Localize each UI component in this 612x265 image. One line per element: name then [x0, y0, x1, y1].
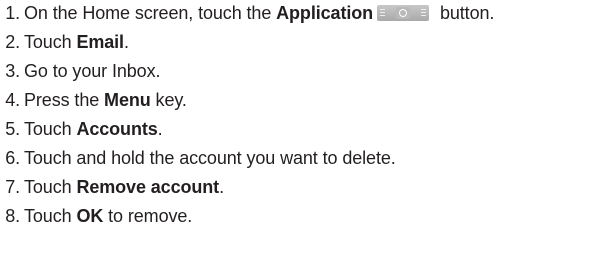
step-text: .: [157, 119, 163, 139]
step-bold-term: Accounts: [76, 119, 158, 139]
step-text: key.: [150, 90, 187, 110]
step-number: 5.: [5, 119, 20, 139]
step-item: 6. Touch and hold the account you want to…: [0, 144, 612, 173]
step-text: Touch: [24, 206, 77, 226]
step-item: 5. Touch Accounts.: [0, 115, 612, 144]
step-item: 8. Touch OK to remove.: [0, 202, 612, 231]
instruction-steps-list: 1. On the Home screen, touch the Applicat…: [0, 0, 612, 231]
step-text: Touch and hold the account you want to d…: [24, 148, 396, 168]
step-number: 6.: [5, 148, 20, 168]
step-item: 3. Go to your Inbox.: [0, 57, 612, 86]
step-item: 4. Press the Menu key.: [0, 86, 612, 115]
step-bold-term: Menu: [104, 90, 151, 110]
step-item: 7. Touch Remove account.: [0, 173, 612, 202]
step-bold-term: OK: [76, 206, 104, 226]
step-bold-term: Application: [276, 3, 374, 23]
step-text: Go to your Inbox.: [24, 61, 161, 81]
step-bold-term: Remove account: [76, 177, 220, 197]
application-launcher-icon: [377, 5, 430, 21]
step-number: 1.: [5, 3, 20, 23]
step-item: 2. Touch Email.: [0, 28, 612, 57]
step-item: 1. On the Home screen, touch the Applicat…: [0, 0, 612, 28]
step-text: Press the: [24, 90, 105, 110]
step-text: .: [123, 32, 129, 52]
step-number: 2.: [5, 32, 20, 52]
step-text: On the Home screen, touch the: [24, 3, 277, 23]
step-number: 4.: [5, 90, 20, 110]
step-number: 7.: [5, 177, 20, 197]
step-bold-term: Email: [76, 32, 124, 52]
step-text: to remove.: [103, 206, 193, 226]
step-text: Touch: [24, 177, 77, 197]
step-text: button.: [435, 3, 495, 23]
step-text: Touch: [24, 119, 77, 139]
step-number: 8.: [5, 206, 20, 226]
step-text: Touch: [24, 32, 77, 52]
step-number: 3.: [5, 61, 20, 81]
step-text: .: [219, 177, 224, 197]
